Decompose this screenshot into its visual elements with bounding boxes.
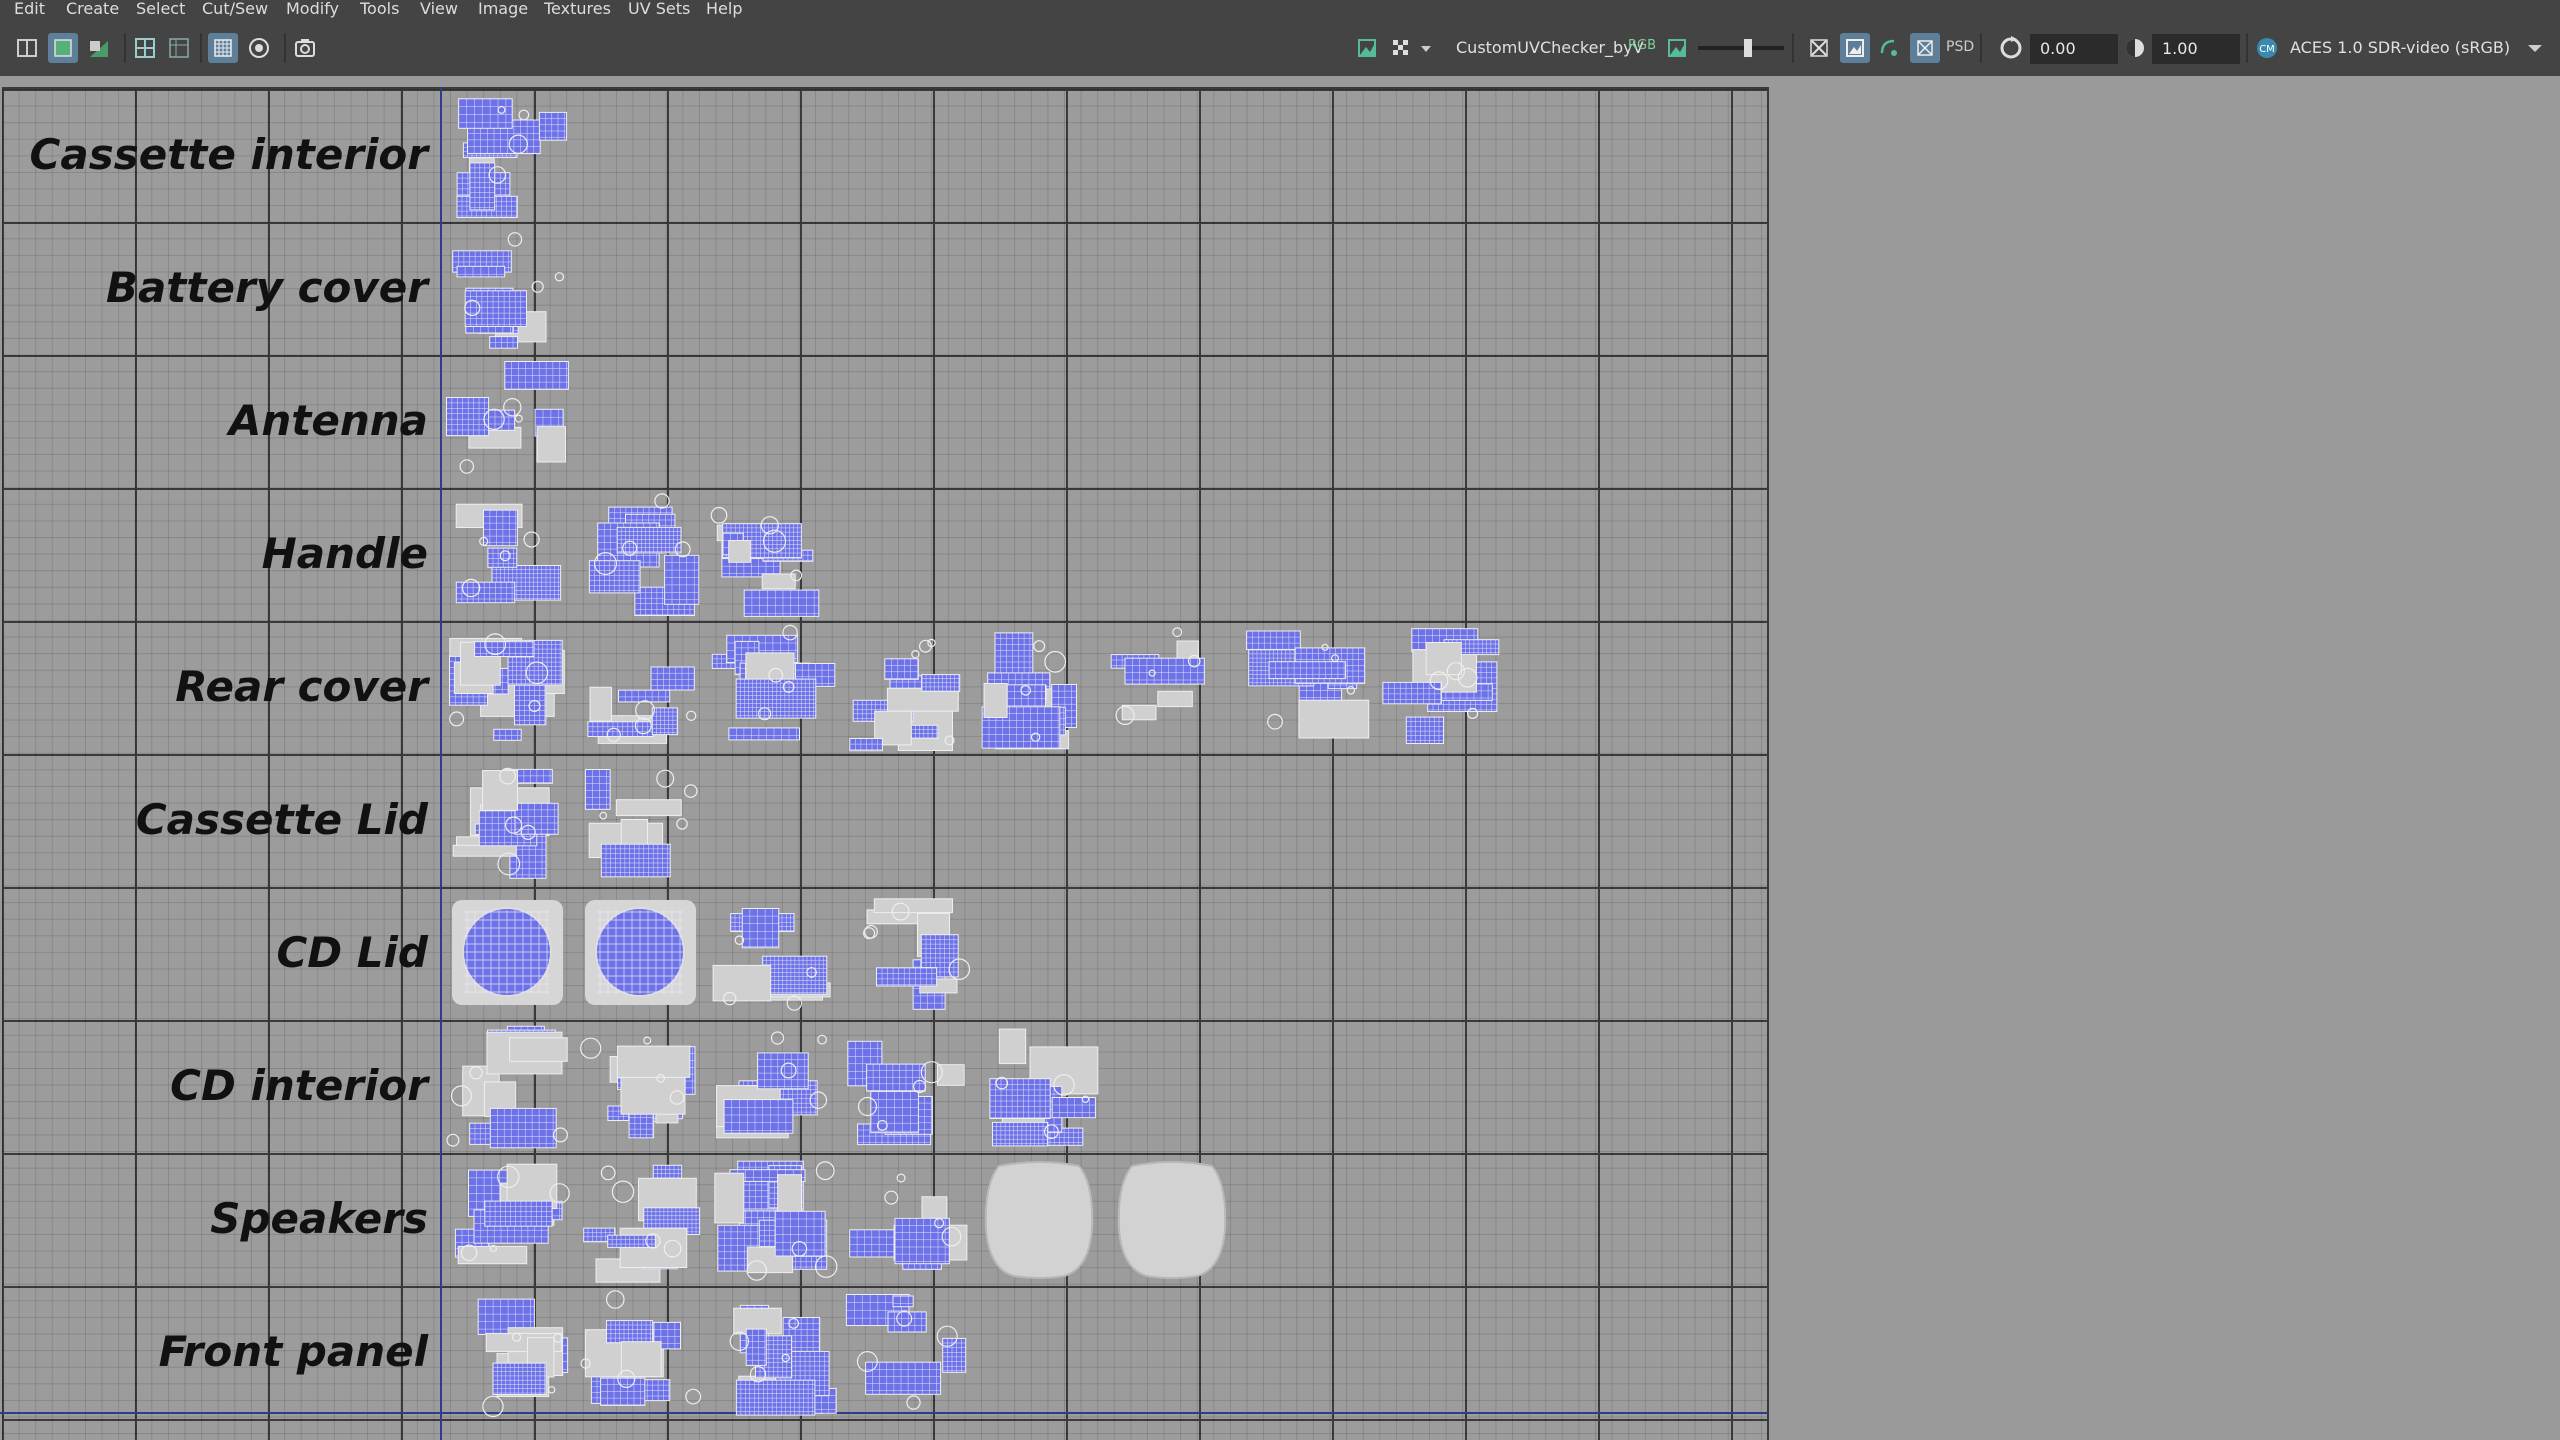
camera-snapshot-icon[interactable] <box>290 33 320 63</box>
uv-tile[interactable] <box>575 1287 706 1418</box>
menu-create[interactable]: Create <box>66 0 119 18</box>
shaded-uv-icon[interactable] <box>48 33 78 63</box>
uv-tile[interactable] <box>708 1021 839 1152</box>
dropdown-icon[interactable] <box>1416 33 1436 63</box>
uv-tile[interactable] <box>1373 622 1504 753</box>
color-space-dropdown-icon[interactable] <box>2522 33 2548 63</box>
row-label-cassette-lid: Cassette Lid <box>135 795 428 844</box>
uv-tile[interactable] <box>841 1021 972 1152</box>
uv-tile[interactable] <box>841 1287 972 1418</box>
menu-view[interactable]: View <box>420 0 458 18</box>
grid-toggle-icon[interactable] <box>130 33 160 63</box>
uv-snapshot-icon[interactable] <box>12 33 42 63</box>
row-label-cd-interior: CD interior <box>170 1061 428 1110</box>
psd-icon[interactable]: PSD <box>1946 39 1974 55</box>
dim-image-icon[interactable] <box>1840 33 1870 63</box>
uv-tile[interactable] <box>708 622 839 753</box>
menu-modify[interactable]: Modify <box>286 0 339 18</box>
uv-tile[interactable] <box>442 90 573 221</box>
color-management-icon[interactable]: CM <box>2252 33 2282 63</box>
menu-edit[interactable]: Edit <box>14 0 45 18</box>
checker-display-icon[interactable] <box>208 33 238 63</box>
isolate-icon[interactable] <box>244 33 274 63</box>
uv-tile[interactable] <box>442 622 573 753</box>
uv-tile[interactable] <box>1107 622 1238 753</box>
svg-text:CM: CM <box>2259 44 2275 55</box>
uv-shell-icon[interactable] <box>1874 33 1904 63</box>
row-label-handle: Handle <box>261 529 428 578</box>
shaded-uv-toggle-icon[interactable] <box>1910 33 1940 63</box>
uv-tile[interactable] <box>841 622 972 753</box>
row-label-cassette-interior: Cassette interior <box>29 130 428 179</box>
uv-tile[interactable] <box>442 888 573 1019</box>
uv-tile[interactable] <box>974 1021 1105 1152</box>
uv-tile[interactable] <box>442 489 573 620</box>
menu-help[interactable]: Help <box>706 0 742 18</box>
menu-bar: Edit Create Select Cut/Sew Modify Tools View Im… <box>0 0 2560 18</box>
gamma-field[interactable]: 1.00 <box>2152 34 2240 64</box>
uv-tile[interactable] <box>575 1021 706 1152</box>
exposure-field[interactable]: 0.00 <box>2030 34 2118 64</box>
image-toggle-icon[interactable] <box>1662 33 1692 63</box>
checker-pattern-icon[interactable] <box>1386 33 1416 63</box>
row-label-antenna: Antenna <box>228 396 428 445</box>
uv-tile[interactable] <box>442 1287 573 1418</box>
pixel-snap-icon[interactable] <box>164 33 194 63</box>
distortion-icon[interactable] <box>84 33 114 63</box>
uv-tile[interactable] <box>575 888 706 1019</box>
uv-tile[interactable] <box>974 1154 1105 1285</box>
menu-cut-sew[interactable]: Cut/Sew <box>202 0 268 18</box>
menu-textures[interactable]: Textures <box>544 0 611 18</box>
uv-tile[interactable] <box>708 1154 839 1285</box>
refresh-icon[interactable] <box>1996 33 2026 63</box>
texture-name[interactable]: CustomUVChecker_byV <box>1456 38 1644 57</box>
menu-select[interactable]: Select <box>136 0 185 18</box>
uv-tile[interactable] <box>575 755 706 886</box>
row-label-battery-cover: Battery cover <box>105 263 428 312</box>
row-label-cd-lid: CD Lid <box>276 928 428 977</box>
menu-tools[interactable]: Tools <box>360 0 399 18</box>
uv-tile[interactable] <box>841 888 972 1019</box>
uv-tile[interactable] <box>442 356 573 487</box>
uv-tile[interactable] <box>442 1021 573 1152</box>
uv-tile[interactable] <box>708 1287 839 1418</box>
brightness-slider-icon[interactable] <box>1696 33 1786 63</box>
uv-tile[interactable] <box>974 622 1105 753</box>
row-label-rear-cover: Rear cover <box>175 662 428 711</box>
uv-tile[interactable] <box>708 888 839 1019</box>
uv-tile[interactable] <box>575 1154 706 1285</box>
texture-borders-icon[interactable] <box>1804 33 1834 63</box>
uv-tile[interactable] <box>442 223 573 354</box>
row-label-speakers: Speakers <box>210 1194 428 1243</box>
color-space-label[interactable]: ACES 1.0 SDR-video (sRGB) <box>2290 38 2510 57</box>
image-display-icon[interactable] <box>1352 33 1382 63</box>
uv-tile[interactable] <box>841 1154 972 1285</box>
uv-tile[interactable] <box>575 622 706 753</box>
uv-tile[interactable] <box>708 489 839 620</box>
row-label-front-panel: Front panel <box>158 1327 428 1376</box>
uv-editor-toolbar: CustomUVChecker_byV RGB PSD 0.00 1.00 CM… <box>0 18 2560 76</box>
menu-image[interactable]: Image <box>478 0 528 18</box>
uv-tile[interactable] <box>575 489 706 620</box>
channel-rgb-icon[interactable]: RGB <box>1628 38 1656 53</box>
uv-tile[interactable] <box>442 1154 573 1285</box>
uv-tile[interactable] <box>1107 1154 1238 1285</box>
menu-uv-sets[interactable]: UV Sets <box>628 0 690 18</box>
uv-tile[interactable] <box>1240 622 1371 753</box>
gamma-icon[interactable] <box>2120 33 2150 63</box>
uv-tile[interactable] <box>442 755 573 886</box>
